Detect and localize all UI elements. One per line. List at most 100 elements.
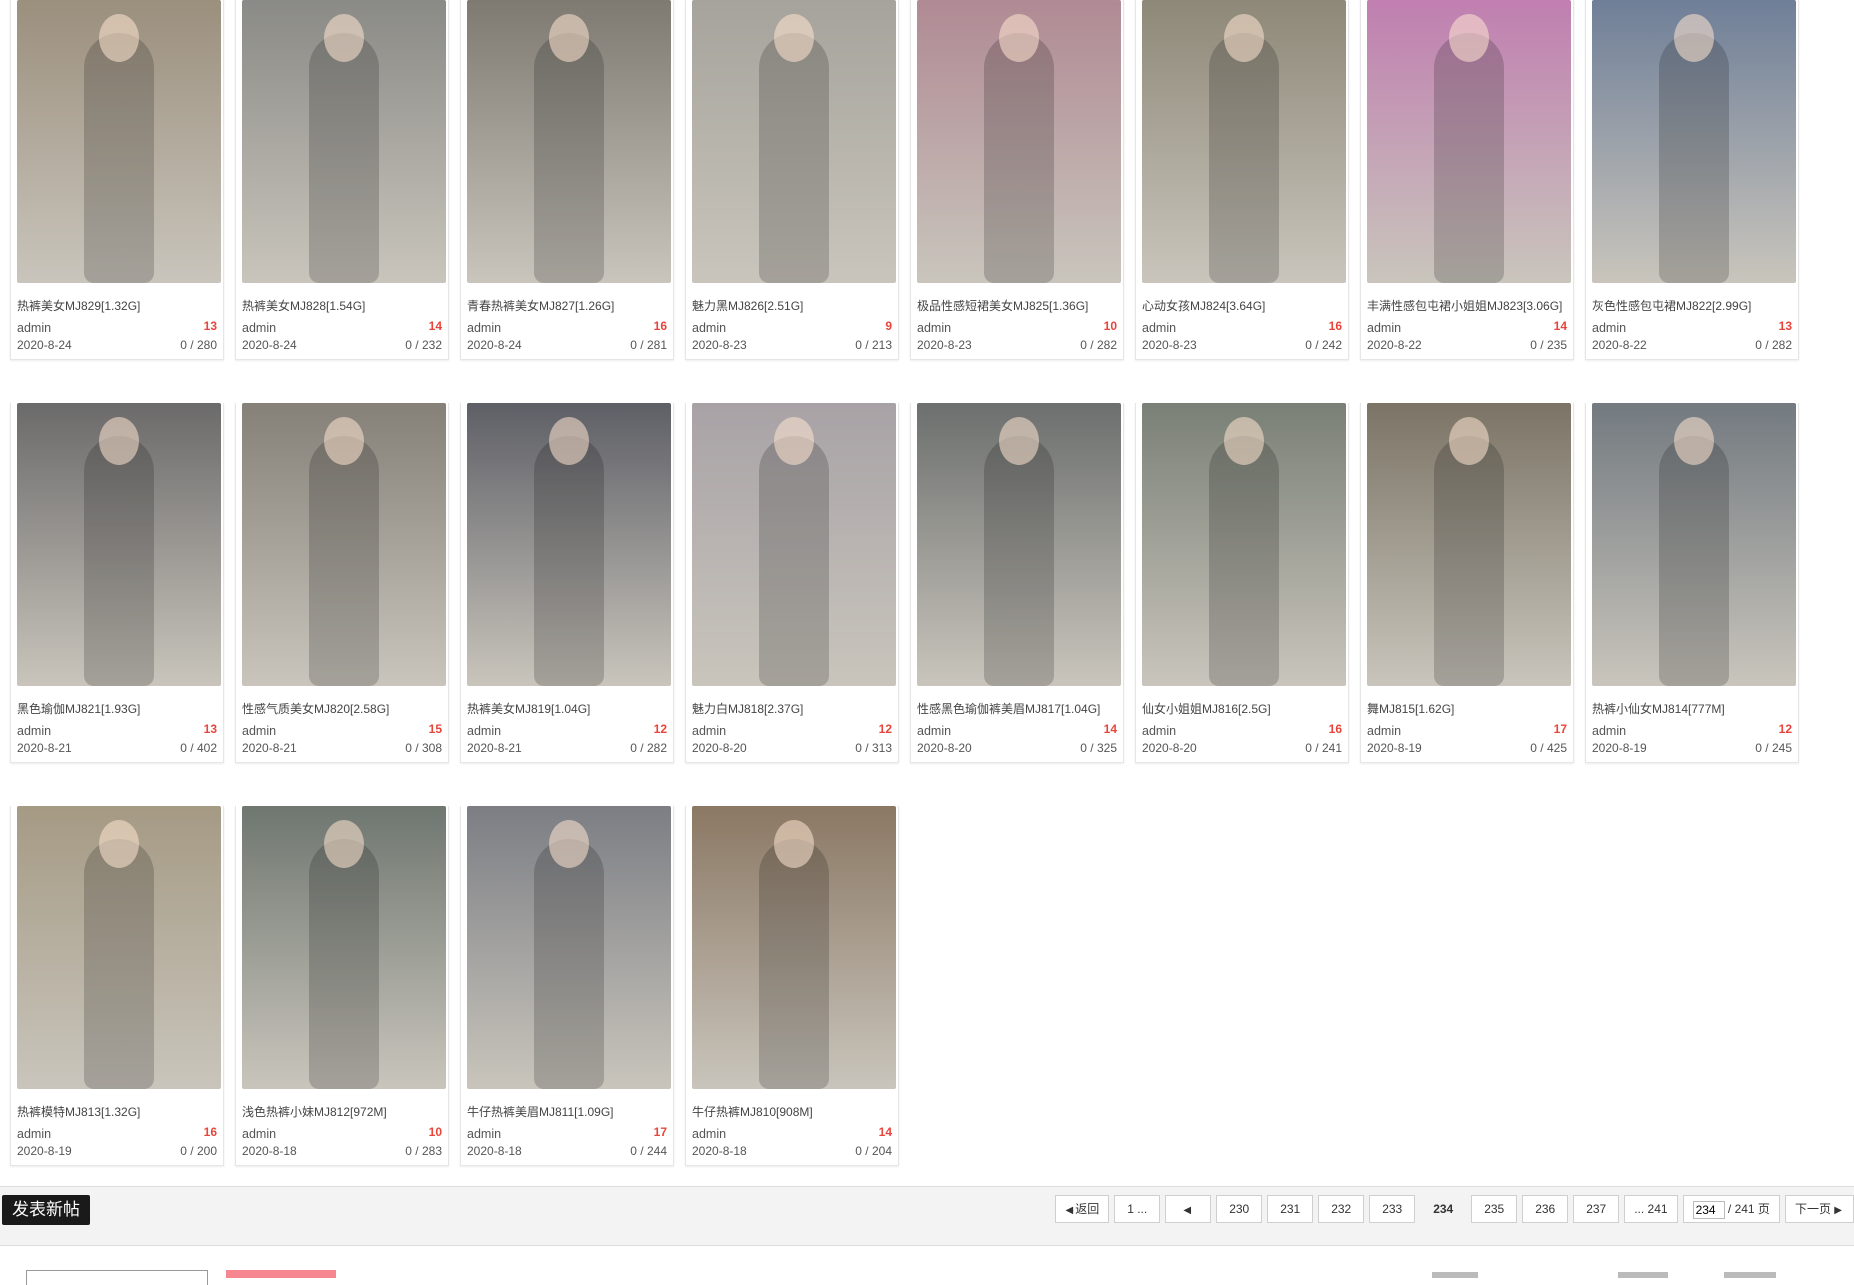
footer-input-box[interactable] <box>26 1270 208 1285</box>
page-link[interactable]: 230 <box>1216 1195 1263 1223</box>
post-card[interactable]: 灰色性感包屯裙MJ822[2.99G] admin 13 2020-8-22 0 / 2… <box>1585 0 1799 360</box>
post-title[interactable]: 魅力黑MJ826[2.51G] <box>692 297 896 314</box>
post-thumbnail[interactable] <box>692 806 896 1089</box>
post-card[interactable]: 热裤美女MJ828[1.54G] admin 14 2020-8-24 0 / 232 <box>235 0 449 360</box>
page-link[interactable]: 236 <box>1522 1195 1569 1223</box>
post-author[interactable]: admin <box>1367 724 1401 738</box>
post-author[interactable]: admin <box>467 724 501 738</box>
post-thumbnail[interactable] <box>467 403 671 686</box>
post-title[interactable]: 黑色瑜伽MJ821[1.93G] <box>17 700 221 717</box>
post-title[interactable]: 丰满性感包屯裙小姐姐MJ823[3.06G] <box>1367 297 1571 314</box>
post-card[interactable]: 心动女孩MJ824[3.64G] admin 16 2020-8-23 0 / 242 <box>1135 0 1349 360</box>
post-thumbnail[interactable] <box>242 0 446 283</box>
post-thumbnail[interactable] <box>692 0 896 283</box>
post-title[interactable]: 性感气质美女MJ820[2.58G] <box>242 700 446 717</box>
post-thumbnail[interactable] <box>17 0 221 283</box>
post-title[interactable]: 仙女小姐姐MJ816[2.5G] <box>1142 700 1346 717</box>
page-jump-input[interactable] <box>1692 1200 1725 1219</box>
post-card[interactable]: 魅力白MJ818[2.37G] admin 12 2020-8-20 0 / 313 <box>685 403 899 763</box>
post-card[interactable]: 性感黑色瑜伽裤美眉MJ817[1.04G] admin 14 2020-8-20 0 /… <box>910 403 1124 763</box>
page-link[interactable]: 233 <box>1369 1195 1416 1223</box>
post-author[interactable]: admin <box>17 724 51 738</box>
post-thumbnail[interactable] <box>1142 0 1346 283</box>
page-link[interactable]: 232 <box>1318 1195 1365 1223</box>
post-title[interactable]: 青春热裤美女MJ827[1.26G] <box>467 297 671 314</box>
post-card[interactable]: 舞MJ815[1.62G] admin 17 2020-8-19 0 / 425 <box>1360 403 1574 763</box>
post-thumbnail[interactable] <box>467 0 671 283</box>
post-title[interactable]: 心动女孩MJ824[3.64G] <box>1142 297 1346 314</box>
page-link[interactable]: 237 <box>1573 1195 1620 1223</box>
post-title[interactable]: 热裤美女MJ829[1.32G] <box>17 297 221 314</box>
post-thumbnail[interactable] <box>242 403 446 686</box>
post-author[interactable]: admin <box>1592 321 1626 335</box>
post-author[interactable]: admin <box>17 321 51 335</box>
post-card[interactable]: 性感气质美女MJ820[2.58G] admin 15 2020-8-21 0 / 30… <box>235 403 449 763</box>
post-author[interactable]: admin <box>1142 321 1176 335</box>
post-title[interactable]: 牛仔热裤美眉MJ811[1.09G] <box>467 1103 671 1120</box>
post-card[interactable]: 牛仔热裤美眉MJ811[1.09G] admin 17 2020-8-18 0 / 24… <box>460 806 674 1166</box>
back-button[interactable]: ◀ 返回 <box>1055 1195 1110 1223</box>
post-card[interactable]: 浅色热裤小妹MJ812[972M] admin 10 2020-8-18 0 / 283 <box>235 806 449 1166</box>
post-title[interactable]: 热裤美女MJ828[1.54G] <box>242 297 446 314</box>
next-page-button[interactable]: 下一页 ▶ <box>1784 1195 1854 1223</box>
post-thumbnail[interactable] <box>467 806 671 1089</box>
post-title[interactable]: 极品性感短裙美女MJ825[1.36G] <box>917 297 1121 314</box>
post-title[interactable]: 热裤美女MJ819[1.04G] <box>467 700 671 717</box>
prev-page-button[interactable]: ◀ <box>1165 1195 1212 1223</box>
post-thumbnail[interactable] <box>17 806 221 1089</box>
post-card[interactable]: 热裤小仙女MJ814[777M] admin 12 2020-8-19 0 / 245 <box>1585 403 1799 763</box>
footer-gray-link[interactable] <box>1724 1272 1776 1278</box>
post-title[interactable]: 性感黑色瑜伽裤美眉MJ817[1.04G] <box>917 700 1121 717</box>
person-head <box>999 417 1039 465</box>
post-thumbnail[interactable] <box>1592 403 1796 686</box>
post-thumbnail[interactable] <box>1367 0 1571 283</box>
page-link[interactable]: 235 <box>1471 1195 1518 1223</box>
post-card[interactable]: 魅力黑MJ826[2.51G] admin 9 2020-8-23 0 / 213 <box>685 0 899 360</box>
post-author[interactable]: admin <box>692 321 726 335</box>
post-title[interactable]: 牛仔热裤MJ810[908M] <box>692 1103 896 1120</box>
post-author[interactable]: admin <box>17 1127 51 1141</box>
post-card[interactable]: 青春热裤美女MJ827[1.26G] admin 16 2020-8-24 0 / 28… <box>460 0 674 360</box>
post-title[interactable]: 热裤小仙女MJ814[777M] <box>1592 700 1796 717</box>
new-post-button[interactable]: 发表新帖 <box>2 1195 90 1225</box>
post-thumbnail[interactable] <box>692 403 896 686</box>
footer-gray-link[interactable] <box>1432 1272 1478 1278</box>
post-title[interactable]: 舞MJ815[1.62G] <box>1367 700 1571 717</box>
post-card[interactable]: 极品性感短裙美女MJ825[1.36G] admin 10 2020-8-23 0 / … <box>910 0 1124 360</box>
post-card[interactable]: 热裤模特MJ813[1.32G] admin 16 2020-8-19 0 / 200 <box>10 806 224 1166</box>
post-card[interactable]: 仙女小姐姐MJ816[2.5G] admin 16 2020-8-20 0 / 241 <box>1135 403 1349 763</box>
page-link[interactable]: 231 <box>1267 1195 1314 1223</box>
post-thumbnail[interactable] <box>1592 0 1796 283</box>
post-thumbnail[interactable] <box>917 403 1121 686</box>
post-card[interactable]: 热裤美女MJ829[1.32G] admin 13 2020-8-24 0 / 280 <box>10 0 224 360</box>
first-page-link[interactable]: 1 ... <box>1114 1195 1161 1223</box>
post-author[interactable]: admin <box>917 724 951 738</box>
post-author[interactable]: admin <box>1142 724 1176 738</box>
post-author[interactable]: admin <box>692 1127 726 1141</box>
post-author[interactable]: admin <box>467 321 501 335</box>
post-author[interactable]: admin <box>467 1127 501 1141</box>
post-author[interactable]: admin <box>242 321 276 335</box>
post-title[interactable]: 浅色热裤小妹MJ812[972M] <box>242 1103 446 1120</box>
post-thumbnail[interactable] <box>17 403 221 686</box>
post-thumbnail[interactable] <box>1142 403 1346 686</box>
last-page-link[interactable]: ... 241 <box>1624 1195 1678 1223</box>
post-card[interactable]: 热裤美女MJ819[1.04G] admin 12 2020-8-21 0 / 282 <box>460 403 674 763</box>
post-author[interactable]: admin <box>1367 321 1401 335</box>
post-title[interactable]: 灰色性感包屯裙MJ822[2.99G] <box>1592 297 1796 314</box>
current-page[interactable]: 234 <box>1420 1195 1466 1223</box>
post-title[interactable]: 魅力白MJ818[2.37G] <box>692 700 896 717</box>
post-author[interactable]: admin <box>242 1127 276 1141</box>
post-card[interactable]: 牛仔热裤MJ810[908M] admin 14 2020-8-18 0 / 204 <box>685 806 899 1166</box>
post-card[interactable]: 丰满性感包屯裙小姐姐MJ823[3.06G] admin 14 2020-8-22 0 … <box>1360 0 1574 360</box>
post-thumbnail[interactable] <box>1367 403 1571 686</box>
post-thumbnail[interactable] <box>917 0 1121 283</box>
post-title[interactable]: 热裤模特MJ813[1.32G] <box>17 1103 221 1120</box>
footer-gray-link[interactable] <box>1618 1272 1668 1278</box>
post-thumbnail[interactable] <box>242 806 446 1089</box>
post-card[interactable]: 黑色瑜伽MJ821[1.93G] admin 13 2020-8-21 0 / 402 <box>10 403 224 763</box>
post-author[interactable]: admin <box>692 724 726 738</box>
post-author[interactable]: admin <box>917 321 951 335</box>
post-author[interactable]: admin <box>242 724 276 738</box>
post-author[interactable]: admin <box>1592 724 1626 738</box>
